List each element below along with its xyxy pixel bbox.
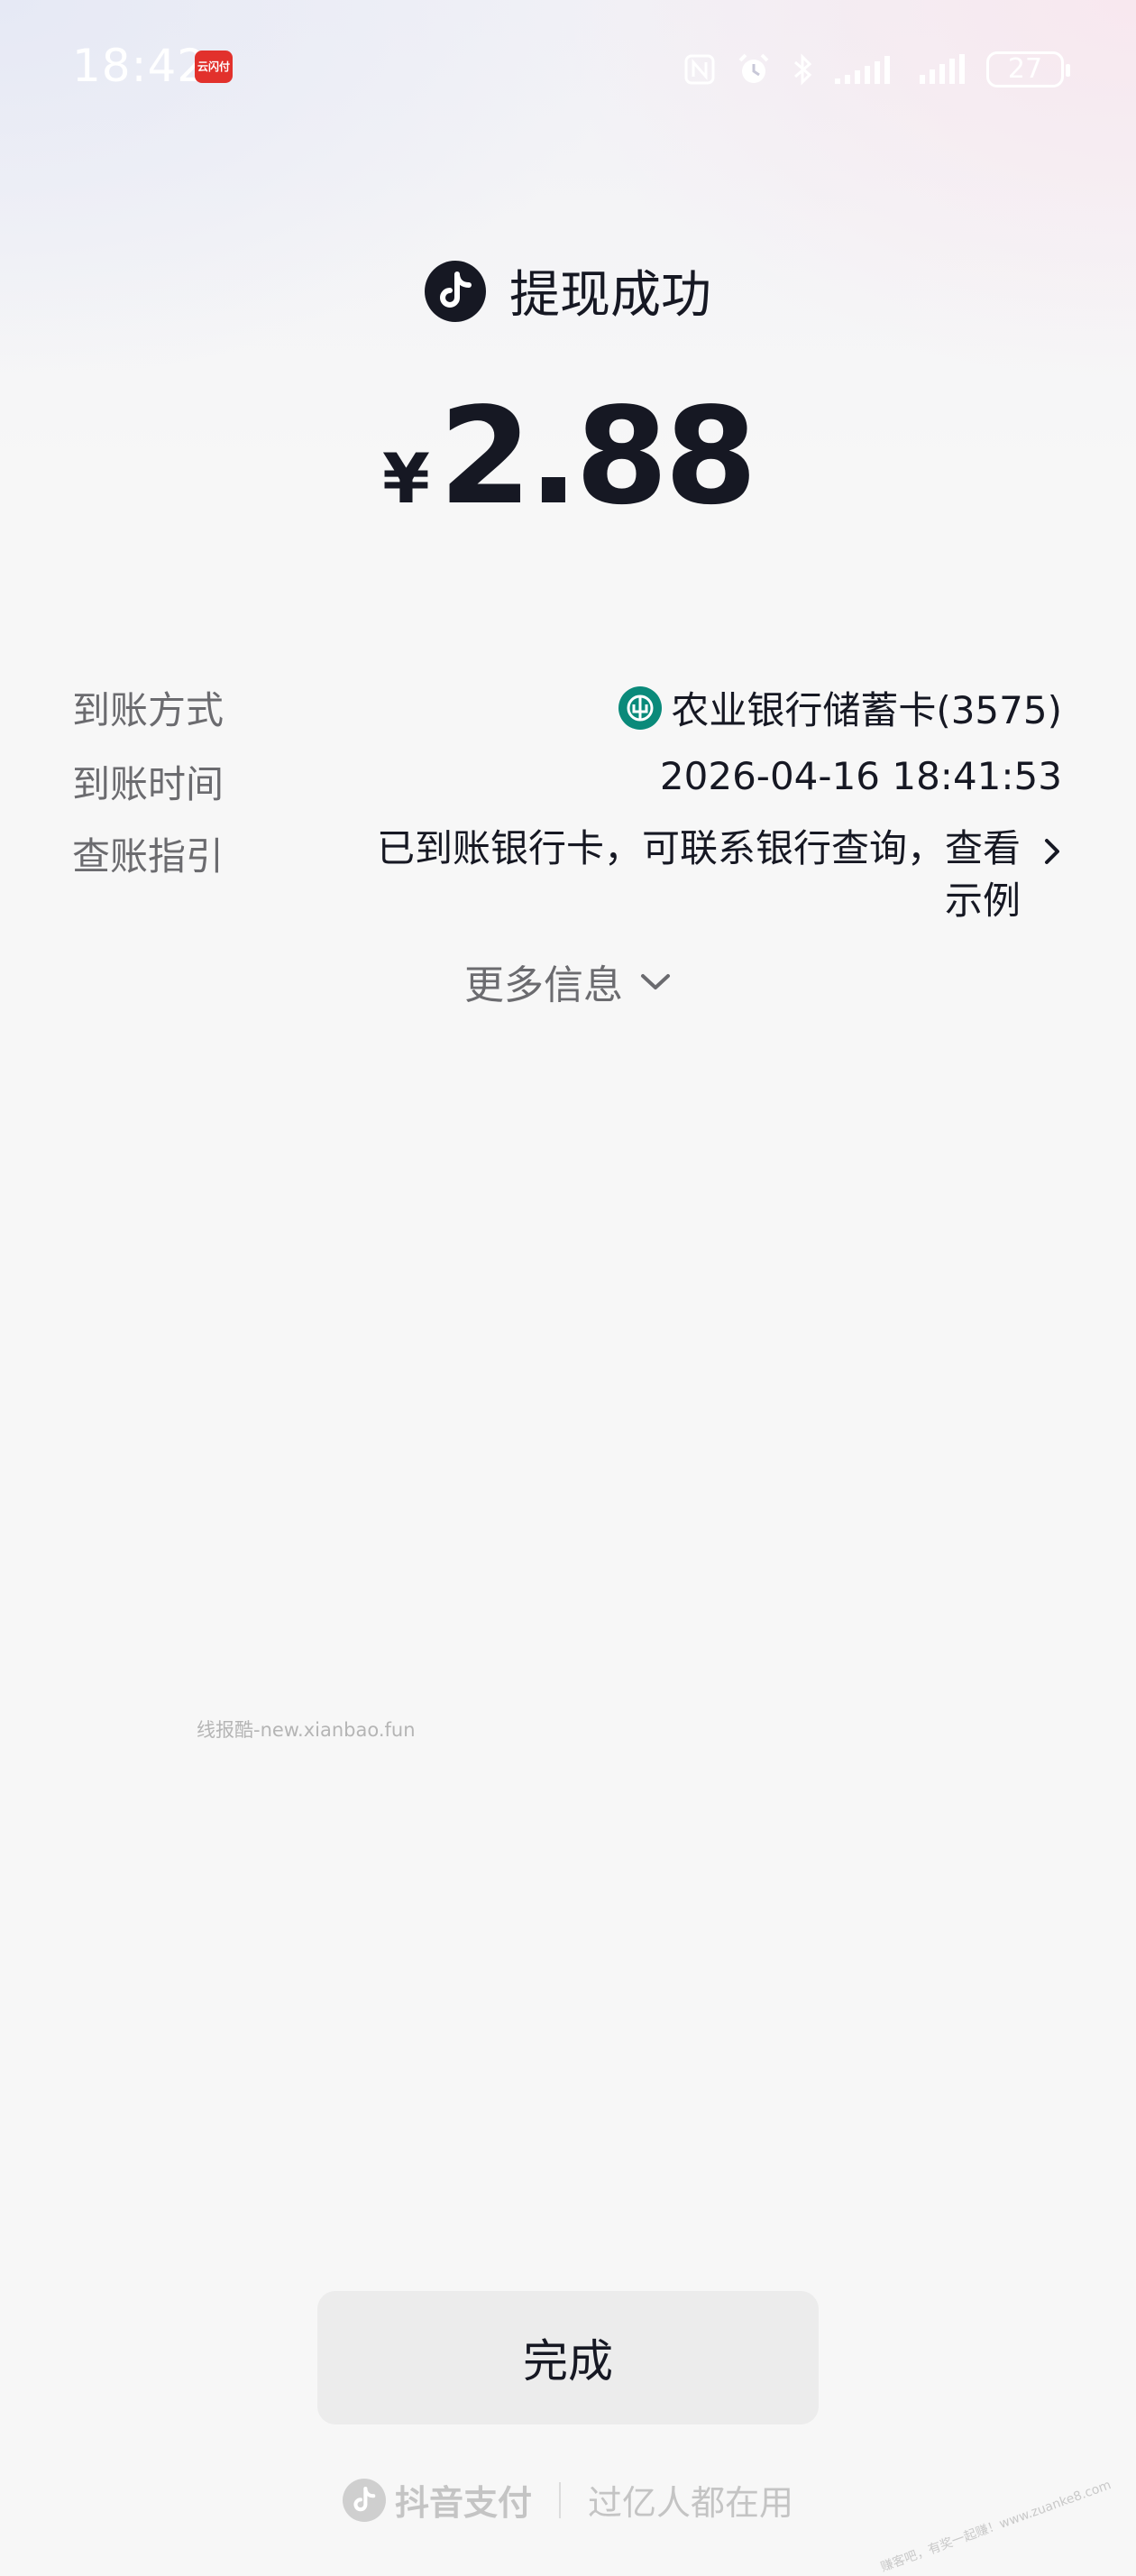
- douyin-logo-icon: [425, 260, 486, 322]
- more-info-label: 更多信息: [464, 962, 623, 1008]
- status-time: 18:42: [72, 40, 207, 92]
- guide-link[interactable]: 已到账银行卡，可联系银行查询，查看示例: [371, 823, 1021, 927]
- signal-icon: [835, 56, 890, 84]
- bluetooth-icon: [794, 53, 812, 86]
- time-label: 到账时间: [72, 762, 224, 806]
- method-label: 到账方式: [72, 688, 224, 732]
- watermark-text: 线报酷-new.xianbao.fun: [197, 1719, 416, 1741]
- footer-slogan: 过亿人都在用: [588, 2483, 794, 2523]
- guide-label: 查账指引: [72, 834, 224, 879]
- signal-icon: [920, 54, 965, 84]
- amount-display: ¥ 2.88: [0, 379, 1136, 534]
- nfc-icon: [684, 54, 715, 85]
- unionpay-app-icon: 云闪付: [195, 51, 233, 83]
- status-icons: 27: [683, 47, 1070, 92]
- chevron-right-icon[interactable]: [1040, 833, 1064, 869]
- footer-brand: 抖音支付: [342, 2475, 532, 2525]
- result-title-row: 提现成功: [0, 254, 1136, 327]
- more-info-toggle[interactable]: 更多信息: [0, 952, 1136, 1010]
- abc-bank-icon: [618, 685, 663, 730]
- bank-card-text: 农业银行储蓄卡(3575): [671, 688, 1062, 732]
- footer-divider: [559, 2481, 561, 2518]
- method-value: 农业银行储蓄卡(3575): [618, 680, 1062, 735]
- currency-symbol: ¥: [381, 438, 430, 519]
- douyin-pay-logo-icon: [342, 2478, 386, 2522]
- page-title: 提现成功: [509, 266, 711, 325]
- time-value: 2026-04-16 18:41:53: [659, 754, 1062, 798]
- footer-brand-bar: 抖音支付 过亿人都在用: [0, 2475, 1136, 2525]
- done-button[interactable]: 完成: [317, 2291, 819, 2424]
- alarm-icon: [738, 53, 769, 83]
- footer-brand-name: 抖音支付: [394, 2483, 532, 2523]
- chevron-down-icon: [641, 974, 670, 989]
- amount-value: 2.88: [438, 379, 757, 534]
- battery-indicator: 27: [986, 51, 1070, 87]
